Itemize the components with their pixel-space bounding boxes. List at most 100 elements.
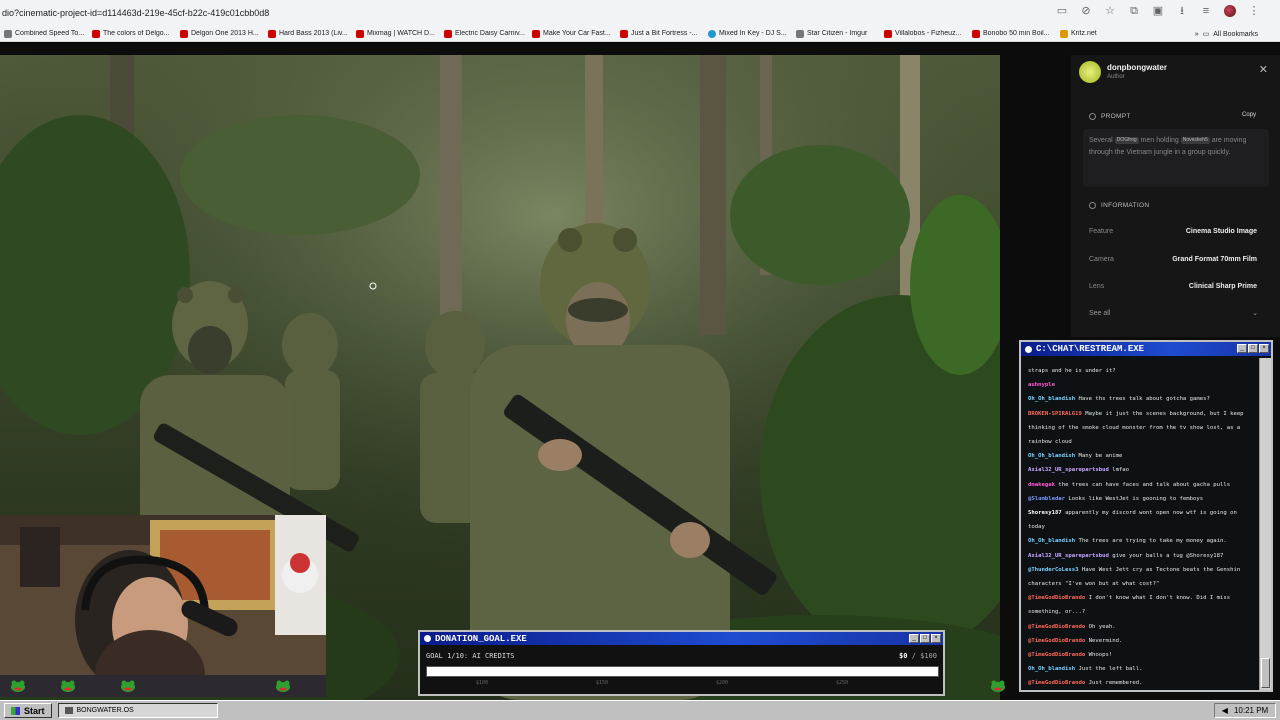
- eye-off-icon[interactable]: ⊘: [1080, 5, 1092, 17]
- system-clock: ◀ 10:21 PM: [1214, 703, 1276, 718]
- chevron-down-icon[interactable]: ⌄: [1252, 309, 1258, 317]
- close-icon[interactable]: ✕: [1259, 63, 1268, 76]
- windows-logo-icon: [11, 706, 20, 715]
- chat-username[interactable]: Oh_Oh_blandish: [1028, 396, 1075, 402]
- bookmark-item[interactable]: Delgon One 2013 H...: [176, 29, 264, 38]
- bookmark-label: Combined Speed To...: [15, 30, 85, 37]
- chat-message: straps and he is under it?: [1028, 364, 1255, 378]
- bookmark-item[interactable]: Electric Daisy Carniv...: [440, 29, 528, 38]
- close-button[interactable]: ×: [1259, 344, 1269, 353]
- profile-avatar[interactable]: [1224, 5, 1236, 17]
- chat-username[interactable]: @TimeGodDioBrando: [1028, 638, 1085, 644]
- donation-tick-label: $150: [596, 680, 609, 686]
- chat-message: @TimeGodDioBrando Oh yeah.: [1028, 620, 1255, 634]
- screen: dio?cinematic-project-id=d114463d-219e-4…: [0, 0, 1280, 720]
- chat-window-buttons: _ □ ×: [1237, 344, 1269, 353]
- chat-text: Just remembered.: [1088, 680, 1143, 687]
- bookmark-label: Delgon One 2013 H...: [191, 30, 259, 37]
- bookmark-item[interactable]: Bonobo 50 min Boil...: [968, 29, 1056, 38]
- extensions-icon[interactable]: ⧉: [1128, 5, 1140, 17]
- folder-icon: ▭: [1202, 31, 1210, 38]
- chat-text: Whoops!: [1088, 652, 1113, 659]
- bookmark-item[interactable]: Villalobos - Fizheuz...: [880, 29, 968, 38]
- taskbar-item-bongwater[interactable]: BONGWATER.OS: [57, 703, 218, 718]
- chat-username[interactable]: auhnyple: [1028, 382, 1055, 388]
- bookmark-item[interactable]: The colors of Delgo...: [88, 29, 176, 38]
- bookmark-label: Star Citizen - Imgur: [807, 30, 868, 37]
- chat-username[interactable]: @Slumbledar: [1028, 496, 1065, 502]
- author-name[interactable]: donpbongwater: [1107, 63, 1167, 72]
- chat-username[interactable]: @TimeGodDioBrando: [1028, 652, 1085, 658]
- minimize-button[interactable]: _: [909, 634, 919, 643]
- bookmark-item[interactable]: Mixed In Key - DJ S...: [704, 29, 792, 38]
- chat-username[interactable]: Axial32_UR_sparepartsbud: [1028, 553, 1109, 559]
- url-text[interactable]: dio?cinematic-project-id=d114463d-219e-4…: [2, 8, 269, 18]
- prompt-icon: [1089, 113, 1096, 120]
- chat-username[interactable]: Oh_Oh_blandish: [1028, 666, 1075, 672]
- frog-emote-icon: [991, 680, 1005, 692]
- minimize-button[interactable]: _: [1237, 344, 1247, 353]
- copy-button[interactable]: Copy: [1242, 112, 1256, 118]
- author-role: Author: [1107, 74, 1125, 80]
- bookmark-item[interactable]: Kritz.net: [1056, 29, 1144, 38]
- bookmark-favicon-icon: [620, 29, 628, 38]
- author-avatar[interactable]: [1079, 61, 1101, 83]
- bookmark-item[interactable]: Hard Bass 2013 (Liv...: [264, 29, 352, 38]
- chat-username[interactable]: Oh_Oh_blandish: [1028, 538, 1075, 544]
- chat-username[interactable]: Shoresy187: [1028, 510, 1062, 516]
- bookmark-label: Villalobos - Fizheuz...: [895, 30, 962, 37]
- bookmark-item[interactable]: Just a Bit Fortress -...: [616, 29, 704, 38]
- chat-username[interactable]: @ThunderCoLess3: [1028, 567, 1079, 573]
- scroll-thumb[interactable]: [1261, 658, 1270, 688]
- chat-message: Oh_Oh_blandish Many be anime: [1028, 449, 1255, 463]
- bookmark-label: Bonobo 50 min Boil...: [983, 30, 1050, 37]
- window-icon: [64, 707, 73, 714]
- donation-tick-label: $100: [476, 680, 489, 686]
- all-bookmarks-button[interactable]: » ▭ All Bookmarks: [1195, 26, 1258, 42]
- star-icon[interactable]: ☆: [1104, 5, 1116, 17]
- task-label: BONGWATER.OS: [76, 707, 134, 714]
- close-button[interactable]: ×: [931, 634, 941, 643]
- chat-message: Oh_Oh_blandish The trees are trying to t…: [1028, 534, 1255, 548]
- chat-username[interactable]: @TimeGodDioBrando: [1028, 624, 1085, 630]
- browser-address-bar[interactable]: dio?cinematic-project-id=d114463d-219e-4…: [0, 0, 1280, 26]
- chat-message: @TimeGodDioBrando Nevermind.: [1028, 634, 1255, 648]
- info-row-camera: Camera Grand Format 70mm Film: [1089, 256, 1257, 263]
- chat-username[interactable]: @TimeGodDioBrando: [1028, 595, 1085, 601]
- bookmark-item[interactable]: Combined Speed To...: [0, 29, 88, 38]
- chat-username[interactable]: BROKEN-SPIRAL619: [1028, 411, 1082, 417]
- chat-text: Oh yeah.: [1088, 623, 1116, 630]
- bookmark-label: Hard Bass 2013 (Liv...: [279, 30, 348, 37]
- bookmark-label: The colors of Delgo...: [103, 30, 170, 37]
- chat-username[interactable]: dmakegak: [1028, 482, 1055, 488]
- bookmark-item[interactable]: Make Your Car Fast...: [528, 29, 616, 38]
- bookmark-favicon-icon: [4, 29, 12, 38]
- chat-title-bar[interactable]: C:\CHAT\RESTREAM.EXE: [1021, 342, 1271, 356]
- cast-icon[interactable]: ▭: [1056, 5, 1068, 17]
- chat-username[interactable]: @TimeGodDioBrando: [1028, 680, 1085, 686]
- bookmark-item[interactable]: Mixmag | WATCH D...: [352, 29, 440, 38]
- prompt-chip-element[interactable]: DOGfrog: [1114, 136, 1139, 144]
- see-all-link[interactable]: See all: [1089, 310, 1110, 317]
- media-icon[interactable]: ≡: [1200, 5, 1212, 17]
- chevron-right-icon[interactable]: »: [1195, 31, 1199, 38]
- maximize-button[interactable]: □: [920, 634, 930, 643]
- donation-progress-bar: [426, 666, 939, 677]
- donation-title-bar[interactable]: DONATION_GOAL.EXE: [420, 632, 943, 645]
- prompt-chip-element[interactable]: Noveskeh5: [1180, 136, 1210, 144]
- chat-text: straps and he is under it?: [1028, 368, 1116, 374]
- bookmark-label: Mixed In Key - DJ S...: [719, 30, 787, 37]
- prompt-heading: PROMPT: [1089, 113, 1131, 120]
- chat-message: Shoresy187 apparently my discord wont op…: [1028, 506, 1255, 534]
- sidepanel-icon[interactable]: ▣: [1152, 5, 1164, 17]
- speaker-icon[interactable]: ◀: [1222, 706, 1228, 715]
- menu-icon[interactable]: ⋮: [1248, 5, 1260, 17]
- chat-username[interactable]: Axial32_UR_sparepartsbud: [1028, 467, 1109, 473]
- start-button[interactable]: Start: [4, 703, 52, 718]
- bookmark-item[interactable]: Star Citizen - Imgur: [792, 29, 880, 38]
- maximize-button[interactable]: □: [1248, 344, 1258, 353]
- chat-scrollbar[interactable]: [1259, 358, 1271, 690]
- chat-message: @TimeGodDioBrando I don't know what I do…: [1028, 591, 1255, 619]
- download-icon[interactable]: ⭳: [1176, 5, 1188, 17]
- chat-username[interactable]: Oh_Oh_blandish: [1028, 453, 1075, 459]
